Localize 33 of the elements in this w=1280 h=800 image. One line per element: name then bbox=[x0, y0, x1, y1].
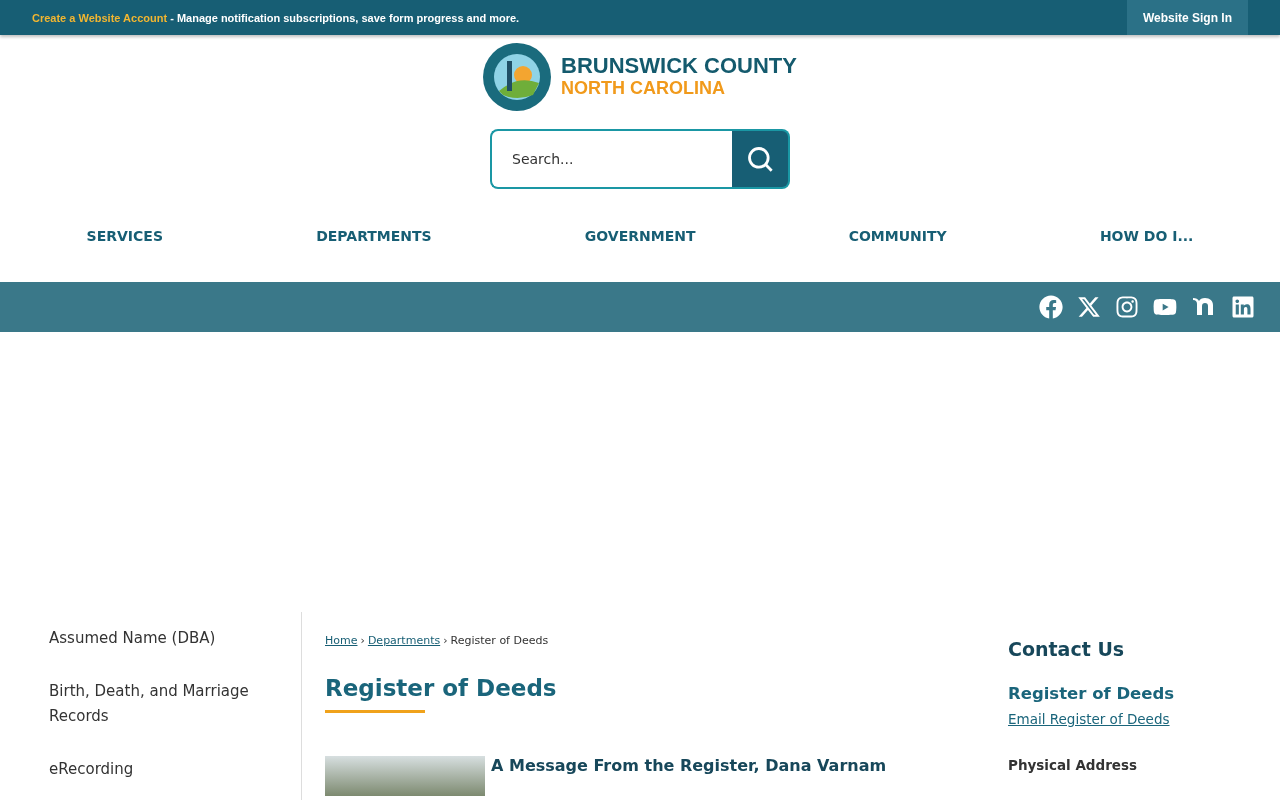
nav-item[interactable]: GOVERNMENT bbox=[584, 227, 696, 244]
email-link[interactable]: Email Register of Deeds bbox=[1008, 711, 1170, 727]
breadcrumb-separator: › bbox=[360, 634, 365, 647]
nav-item[interactable]: COMMUNITY bbox=[848, 227, 947, 244]
nav-item[interactable]: SERVICES bbox=[86, 227, 163, 244]
x-icon bbox=[1077, 295, 1101, 319]
social-link[interactable] bbox=[1077, 295, 1101, 319]
breadcrumb-separator: › bbox=[443, 634, 448, 647]
breadcrumb-current-page: Register of Deeds bbox=[450, 634, 549, 647]
sidebar-link[interactable]: Assumed Name (DBA) bbox=[49, 626, 249, 651]
sign-in-button[interactable]: Website Sign In bbox=[1126, 0, 1248, 35]
social-link[interactable] bbox=[1039, 295, 1063, 319]
address-label: Physical Address bbox=[1008, 757, 1139, 773]
page-title: Register of Deeds bbox=[325, 675, 557, 701]
nav-item[interactable]: DEPARTMENTS bbox=[316, 227, 432, 244]
contact-department: Register of Deeds bbox=[1008, 684, 1176, 703]
create-account-link[interactable]: Create a Website Account bbox=[32, 11, 168, 24]
logo-subtitle: NORTH CAROLINA bbox=[561, 77, 727, 100]
contact-title: Contact Us bbox=[1008, 638, 1126, 660]
account-banner-text: Create a Website Account - Manage notification subscriptions, save form progress and more. bbox=[32, 11, 520, 24]
logo-title: BRUNSWICK COUNTY bbox=[561, 54, 797, 77]
county-seal-drawing bbox=[483, 43, 552, 111]
nav-item[interactable]: HOW DO I... bbox=[1099, 227, 1194, 244]
message-heading[interactable]: A Message From the Register, Dana Varnam bbox=[491, 756, 887, 796]
linkedin-icon bbox=[1231, 295, 1255, 319]
breadcrumb-link[interactable]: Departments bbox=[367, 634, 441, 647]
social-link[interactable] bbox=[1231, 295, 1255, 319]
sidebar-link[interactable]: Birth, Death, and Marriage Records bbox=[49, 679, 249, 729]
facebook-icon bbox=[1039, 295, 1063, 319]
breadcrumb-link[interactable]: Home bbox=[325, 634, 358, 647]
sidebar-link[interactable]: eRecording bbox=[49, 757, 249, 782]
social-link[interactable] bbox=[1115, 295, 1139, 319]
instagram-icon bbox=[1115, 295, 1139, 319]
